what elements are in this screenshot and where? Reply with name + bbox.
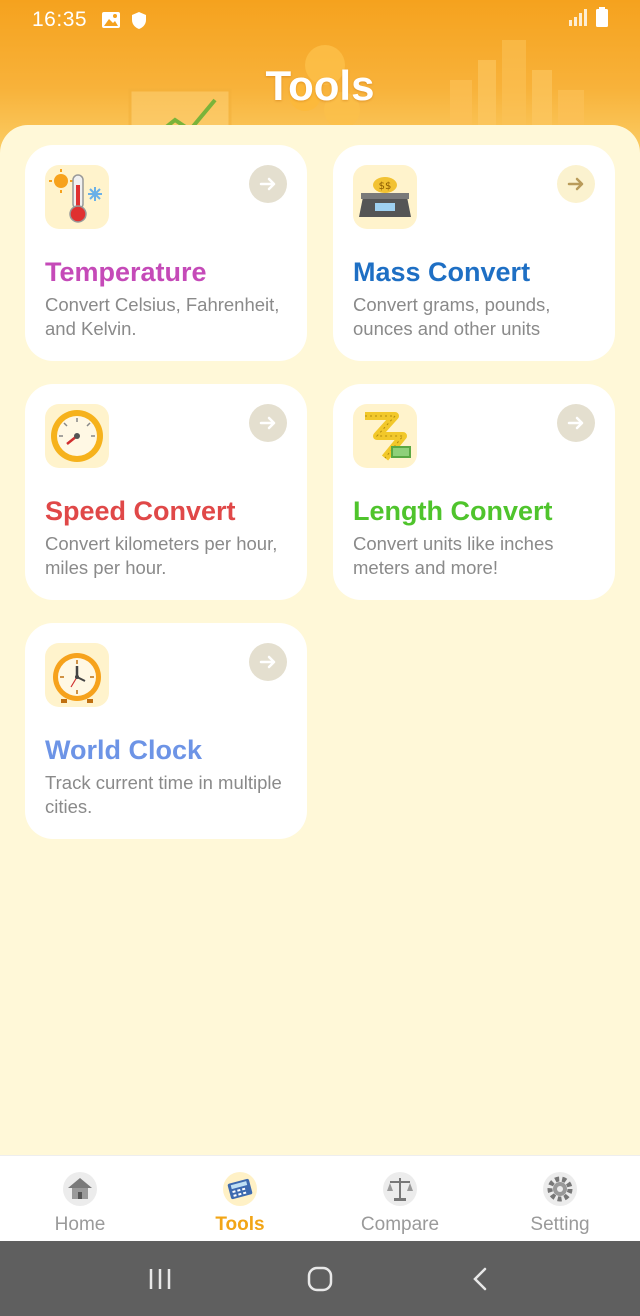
back-icon (473, 1267, 487, 1290)
tool-card-mass[interactable]: $$ Mass Convert Convert grams, pounds, o… (333, 145, 615, 361)
card-description: Convert units like inches meters and mor… (353, 533, 554, 578)
tools-content: Temperature Convert Celsius, Fahrenheit,… (0, 125, 640, 1155)
card-title: Temperature (45, 257, 207, 287)
card-title: Mass Convert (353, 257, 531, 287)
svg-text:$$: $$ (379, 181, 392, 192)
page-title: Tools (265, 62, 375, 109)
arrow-right-icon[interactable] (249, 643, 287, 681)
card-description: Convert grams, pounds, ounces and other … (353, 294, 551, 339)
card-description: Convert Celsius, Fahrenheit, and Kelvin. (45, 294, 280, 339)
balance-icon (381, 1170, 419, 1208)
arrow-right-icon[interactable] (249, 404, 287, 442)
system-navigation-bar (0, 1241, 640, 1316)
clock-icon (45, 643, 109, 707)
bottom-navigation: Home Tools Compare Setting (0, 1155, 640, 1241)
nav-label: Compare (360, 1214, 440, 1235)
gear-icon (541, 1170, 579, 1208)
nav-setting[interactable]: Setting (480, 1156, 640, 1241)
tool-card-world-clock[interactable]: World Clock Track current time in multip… (25, 623, 307, 839)
status-bar: 16:35 (0, 0, 640, 40)
home-button[interactable] (290, 1254, 350, 1304)
tape-measure-icon (353, 404, 417, 468)
recent-apps-icon (149, 1268, 171, 1289)
tool-card-speed[interactable]: Speed Convert Convert kilometers per hou… (25, 384, 307, 600)
nav-label: Home (54, 1214, 106, 1235)
signal-icon (568, 8, 588, 32)
thermometer-icon (45, 165, 109, 229)
home-circle-icon (307, 1266, 333, 1291)
nav-tools[interactable]: Tools (160, 1156, 320, 1241)
scale-icon: $$ (353, 165, 417, 229)
card-title: Speed Convert (45, 496, 236, 526)
tool-card-length[interactable]: Length Convert Convert units like inches… (333, 384, 615, 600)
card-description: Track current time in multiple cities. (45, 772, 282, 817)
nav-compare[interactable]: Compare (320, 1156, 480, 1241)
card-title: World Clock (45, 735, 203, 765)
nav-home[interactable]: Home (0, 1156, 160, 1241)
home-icon (61, 1170, 99, 1208)
back-button[interactable] (450, 1254, 510, 1304)
arrow-right-icon[interactable] (557, 404, 595, 442)
tool-card-temperature[interactable]: Temperature Convert Celsius, Fahrenheit,… (25, 145, 307, 361)
speedometer-icon (45, 404, 109, 468)
shield-icon (131, 11, 147, 30)
status-time: 16:35 (32, 8, 88, 31)
nav-label: Setting (530, 1214, 590, 1235)
arrow-right-icon[interactable] (249, 165, 287, 203)
recent-apps-button[interactable] (130, 1254, 190, 1304)
battery-icon (596, 7, 608, 33)
card-description: Convert kilometers per hour, miles per h… (45, 533, 278, 578)
card-title: Length Convert (353, 496, 553, 526)
calculator-icon (221, 1170, 259, 1208)
gallery-icon (101, 11, 121, 29)
nav-label: Tools (215, 1214, 265, 1235)
arrow-right-icon[interactable] (557, 165, 595, 203)
